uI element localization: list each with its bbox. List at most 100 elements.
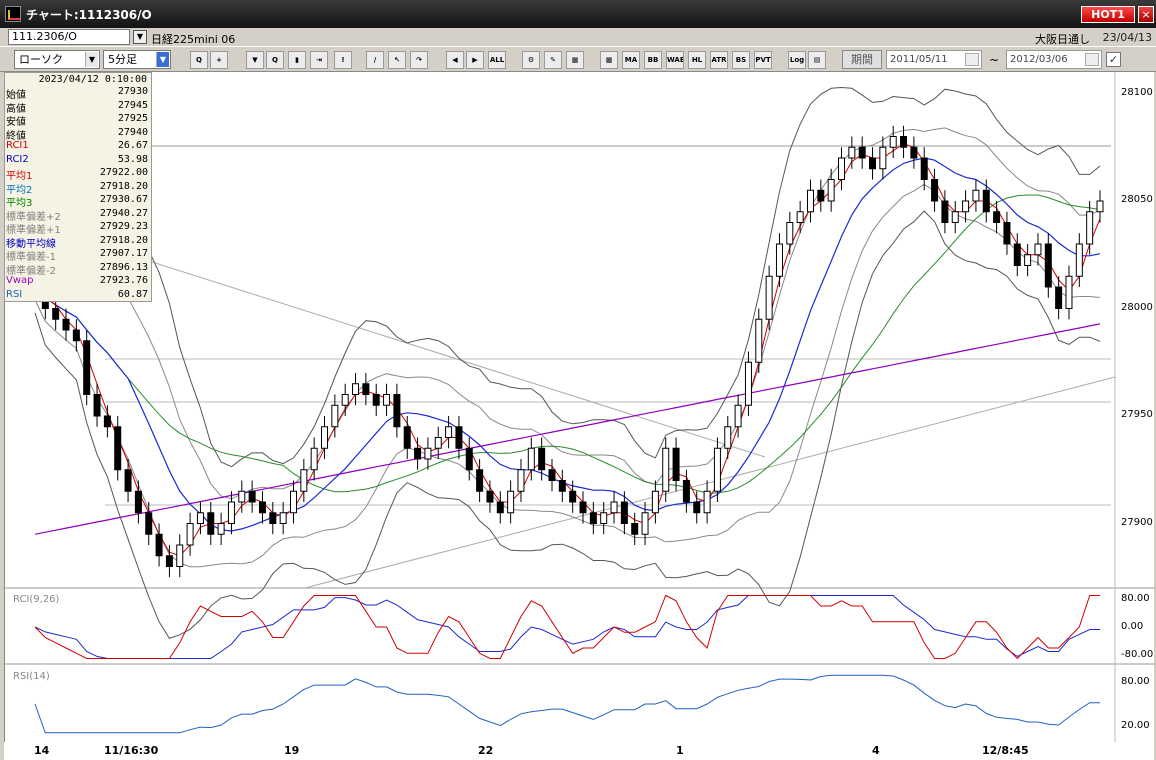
panel-row-value: 27929.23 — [99, 221, 148, 232]
panel-row-value: 27940 — [117, 126, 148, 138]
candle-body — [610, 501, 618, 514]
candle-body — [641, 512, 649, 535]
all-icon[interactable]: ALL — [488, 51, 506, 69]
price-chart-svg[interactable]: RCI(9,26) RSI(14) — [5, 72, 1155, 742]
pointer-icon[interactable]: ↖ — [388, 51, 406, 69]
time-tick-label: 4 — [872, 744, 880, 757]
chart-area[interactable]: RCI(9,26) RSI(14) — [4, 72, 1155, 742]
calendar-icon[interactable] — [1085, 53, 1099, 66]
panel-row-value: 27930.67 — [99, 194, 148, 205]
lens-icon[interactable]: Q — [266, 51, 284, 69]
interval-select[interactable]: 5分足 ▼ — [103, 50, 171, 69]
chart-app-icon — [5, 6, 21, 22]
panel-row-value: 60.87 — [117, 288, 148, 300]
candle-body — [310, 447, 318, 471]
candle-body — [145, 512, 153, 535]
candle-body — [775, 243, 783, 277]
rsi-tick-label: 80.00 — [1121, 676, 1150, 688]
crosshair-icon[interactable]: + — [210, 51, 228, 69]
candle-body — [941, 200, 949, 223]
candle-body — [227, 501, 235, 524]
panel-row: RCI1 26.67 — [6, 140, 150, 153]
log-icon[interactable]: Log — [788, 51, 806, 69]
bar-icon[interactable]: ▮ — [288, 51, 306, 69]
title-bar: チャート:1112306/O HOT1 × — [0, 0, 1156, 28]
candle-body — [103, 415, 111, 428]
data-window-panel: 2023/04/12 0:10:00 始値 27930 高値 27945 安値 27925… — [4, 72, 152, 302]
rci-tick-label: -80.00 — [1121, 649, 1154, 660]
tools-icon[interactable]: ✎ — [544, 51, 562, 69]
grid-icon[interactable]: ▦ — [600, 51, 618, 69]
candle-body — [289, 490, 297, 514]
candle-body — [1086, 211, 1094, 245]
atr-icon[interactable]: ATR — [710, 51, 728, 69]
candle-body — [972, 189, 980, 202]
candle-body — [486, 490, 494, 503]
date-to-input[interactable]: 2012/03/06 — [1006, 50, 1102, 69]
pvt-icon[interactable]: PVT — [754, 51, 772, 69]
candle-body — [869, 157, 877, 170]
candle-body — [755, 318, 763, 363]
symbol-dropdown-icon[interactable]: ▼ — [133, 30, 147, 44]
hl-icon[interactable]: HL — [688, 51, 706, 69]
price-tick-label: 28000 — [1121, 301, 1153, 313]
exit-icon[interactable]: ⇥ — [310, 51, 328, 69]
candle-body — [517, 469, 525, 492]
settings-icon[interactable]: ⚙ — [522, 51, 540, 69]
color-icon[interactable]: ▦ — [566, 51, 584, 69]
candle-body — [889, 136, 897, 148]
close-button[interactable]: × — [1138, 6, 1154, 23]
candle-body — [62, 318, 70, 331]
panel-row-value: 27930 — [117, 86, 148, 97]
bs-icon[interactable]: BS — [732, 51, 750, 69]
candle-body — [362, 383, 370, 395]
candle-body — [238, 490, 246, 503]
panel-row-label: RCI1 — [6, 140, 29, 151]
bollinger-band-line — [34, 183, 1101, 568]
step-right-icon[interactable]: ▶ — [466, 51, 484, 69]
time-tick-label: 12/8:45 — [982, 744, 1029, 757]
redo-icon[interactable]: ↷ — [410, 51, 428, 69]
candle-body — [579, 501, 587, 514]
candle-body — [403, 426, 411, 449]
panel-row: 標準偏差+1 27929.23 — [6, 221, 150, 236]
period-checkbox[interactable]: ✓ — [1106, 52, 1121, 67]
symbol-name: 日経225mini 06 — [151, 33, 236, 46]
panel-row-value: 27907.17 — [99, 248, 148, 259]
candle-body — [1013, 243, 1021, 266]
panel-row: Vwap 27923.76 — [6, 275, 150, 288]
candle-body — [703, 490, 711, 514]
export-icon[interactable]: ▤ — [808, 51, 826, 69]
zoom-icon[interactable]: Q — [190, 51, 208, 69]
wae-icon[interactable]: WAE — [666, 51, 684, 69]
chart-type-select[interactable]: ローソク ▼ — [14, 50, 100, 69]
candle-body — [651, 490, 659, 514]
candle-body — [724, 426, 732, 449]
rsi-title: RSI(14) — [13, 671, 50, 682]
chart-toolbar: ローソク ▼ 5分足 ▼ Q + ▼ Q ▮ ⇥! / ↖ ↷ ◀ ▶ ALL ⚙ ✎ ▦ ▦ MA BB WAE H… — [0, 46, 1156, 72]
candle-body — [341, 394, 349, 406]
period-button[interactable]: 期間 — [842, 50, 882, 69]
date-from-value: 2011/05/11 — [890, 54, 948, 65]
calendar-icon[interactable] — [965, 53, 979, 66]
pen-icon[interactable]: / — [366, 51, 384, 69]
ma-icon[interactable]: MA — [622, 51, 640, 69]
candle-body — [900, 136, 908, 148]
candle-body — [662, 447, 670, 492]
candle-body — [300, 469, 308, 492]
candle-body — [83, 340, 91, 395]
candle-body — [269, 512, 277, 524]
candle-body — [827, 179, 835, 202]
candle-body — [631, 523, 639, 535]
candle-body — [445, 426, 453, 438]
bb-icon[interactable]: BB — [644, 51, 662, 69]
draw-tool-icon[interactable]: ▼ — [246, 51, 264, 69]
panel-row-value: 27918.20 — [99, 234, 148, 246]
candle-body — [424, 447, 432, 460]
rsi-line — [34, 674, 1100, 734]
date-from-input[interactable]: 2011/05/11 — [886, 50, 982, 69]
step-left-icon[interactable]: ◀ — [446, 51, 464, 69]
symbol-code-input[interactable]: 111.2306/O — [8, 29, 130, 45]
warning-icon[interactable]: ! — [334, 51, 352, 69]
hot-button[interactable]: HOT1 — [1081, 6, 1135, 23]
